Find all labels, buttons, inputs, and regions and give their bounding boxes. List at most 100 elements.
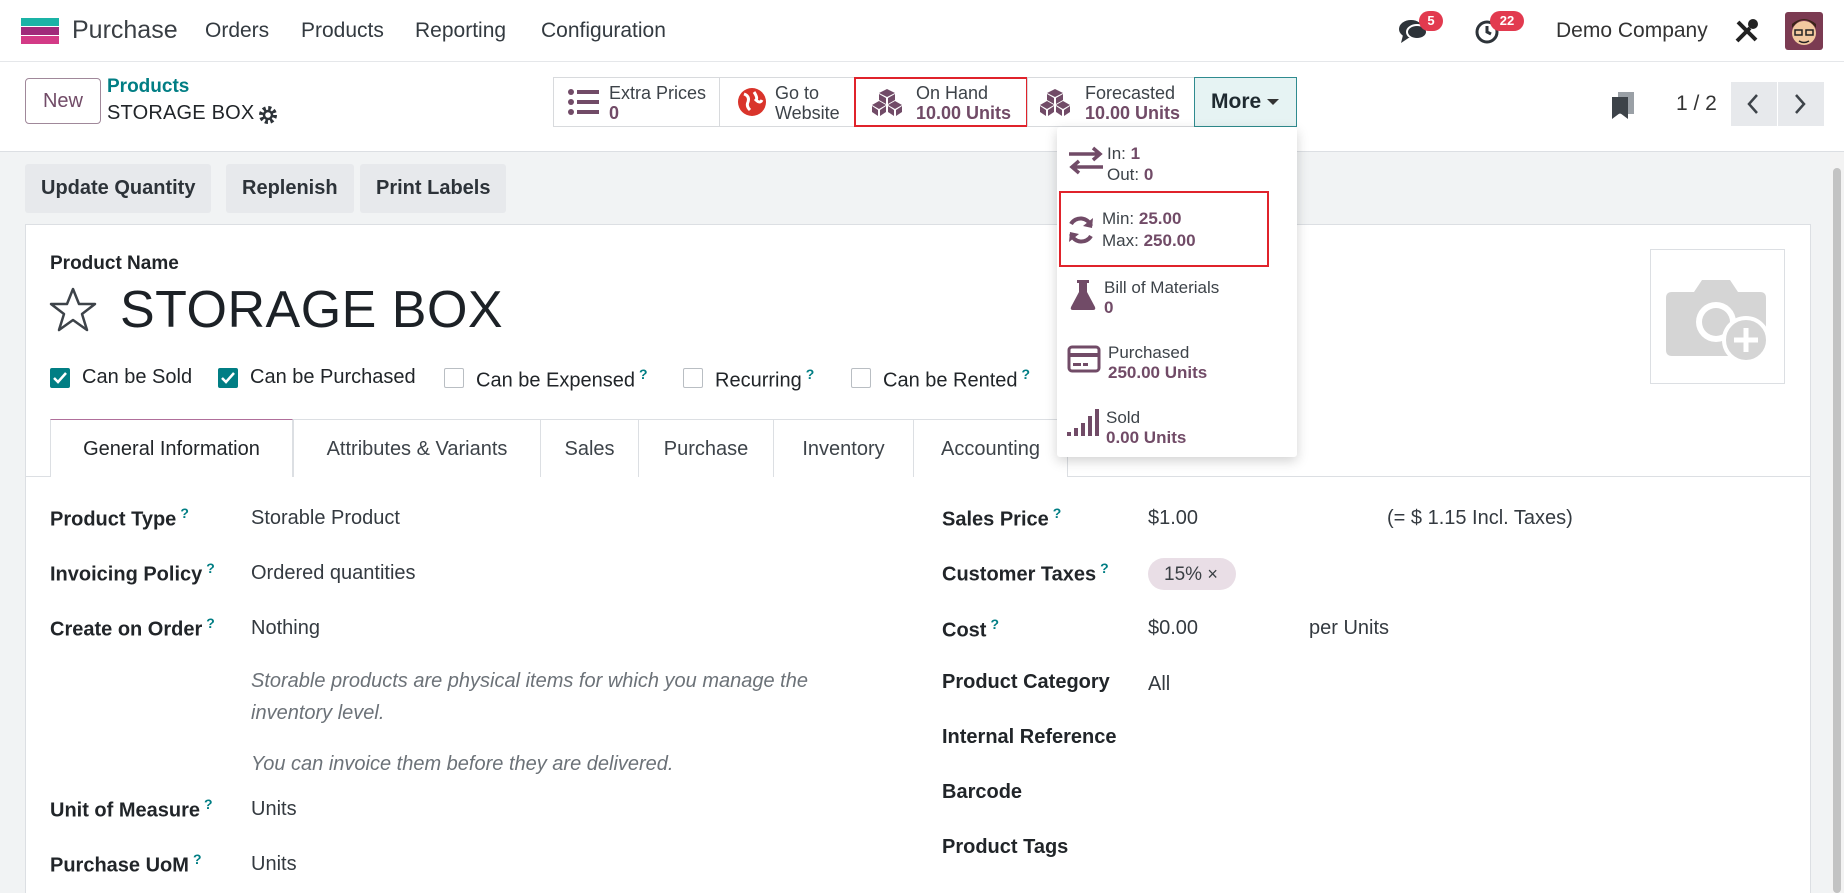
cost-field[interactable]: $0.00	[1148, 617, 1198, 640]
can-be-sold-checkbox[interactable]: Can be Sold	[50, 366, 200, 390]
more-dropdown-menu: In: 1 Out: 0 Min: 25.00 Max: 250.00 Bill…	[1057, 127, 1297, 457]
user-avatar[interactable]	[1785, 12, 1823, 50]
can-be-expensed-checkbox[interactable]: Can be Expensed?	[444, 366, 654, 392]
help-icon[interactable]: ?	[1022, 366, 1031, 382]
help-icon[interactable]: ?	[204, 796, 213, 812]
purchase-uom-field[interactable]: Units	[251, 853, 297, 876]
checkbox-checked-icon[interactable]	[218, 368, 238, 388]
help-icon[interactable]: ?	[639, 366, 648, 382]
cost-label: Cost?	[942, 616, 1000, 642]
print-labels-button[interactable]: Print Labels	[360, 164, 507, 213]
can-be-sold-label: Can be Sold	[82, 366, 193, 388]
sold-menu-item[interactable]: Sold 0.00 Units	[1057, 395, 1297, 459]
bom-label: Bill of Materials	[1104, 278, 1220, 297]
tab-purchase[interactable]: Purchase	[638, 419, 774, 477]
credit-card-icon	[1067, 345, 1101, 373]
sales-price-field[interactable]: $1.00	[1148, 507, 1198, 530]
sold-value: 0.00 Units	[1106, 428, 1187, 447]
checkbox-unchecked-icon[interactable]	[683, 368, 703, 388]
new-button[interactable]: New	[25, 78, 101, 124]
recurring-label: Recurring?	[715, 366, 815, 392]
top-navbar: Purchase Orders Products Reporting Confi…	[0, 0, 1844, 62]
close-icon[interactable]: ×	[1207, 564, 1218, 584]
help-icon[interactable]: ?	[1053, 505, 1062, 521]
purchased-menu-item[interactable]: Purchased 250.00 Units	[1057, 331, 1297, 395]
product-name-field[interactable]: STORAGE BOX	[120, 280, 503, 340]
more-button[interactable]: More	[1194, 77, 1297, 127]
help-icon[interactable]: ?	[206, 560, 215, 576]
create-on-order-field[interactable]: Nothing	[251, 617, 320, 640]
checkbox-checked-icon[interactable]	[50, 368, 70, 388]
tab-general-information[interactable]: General Information	[50, 419, 293, 477]
go-to-website-button[interactable]: Go to Website	[719, 77, 855, 127]
product-category-field[interactable]: All	[1148, 673, 1170, 696]
product-type-hint: Storable products are physical items for…	[251, 670, 808, 724]
internal-reference-label: Internal Reference	[942, 726, 1117, 748]
caret-down-icon	[1267, 99, 1280, 106]
can-be-expensed-label: Can be Expensed?	[476, 366, 648, 392]
pager-value[interactable]: 1 / 2	[1676, 92, 1717, 116]
cubes-icon	[1040, 89, 1070, 116]
can-be-rented-label: Can be Rented?	[883, 366, 1031, 392]
can-be-purchased-label: Can be Purchased	[250, 366, 416, 388]
extra-prices-button[interactable]: Extra Prices 0	[553, 77, 720, 127]
customer-taxes-label: Customer Taxes?	[942, 560, 1109, 586]
purchased-value: 250.00 Units	[1108, 363, 1208, 382]
pager-previous-button[interactable]	[1731, 82, 1777, 126]
tab-accounting[interactable]: Accounting	[913, 419, 1068, 477]
help-icon[interactable]: ?	[193, 851, 202, 867]
nav-reporting[interactable]: Reporting	[415, 19, 506, 43]
breadcrumb-products[interactable]: Products	[107, 76, 189, 98]
tab-attributes-variants[interactable]: Attributes & Variants	[293, 419, 541, 477]
forecasted-value: 10.00 Units	[1085, 103, 1181, 123]
exchange-icon	[1069, 146, 1103, 175]
can-be-rented-checkbox[interactable]: Can be Rented?	[851, 366, 1041, 392]
invoicing-policy-label: Invoicing Policy?	[50, 560, 215, 586]
chevron-left-icon	[1747, 94, 1758, 114]
product-image-field[interactable]	[1650, 249, 1785, 384]
invoicing-policy-field[interactable]: Ordered quantities	[251, 562, 416, 585]
scrollbar-thumb[interactable]	[1833, 168, 1841, 893]
checkbox-unchecked-icon[interactable]	[444, 368, 464, 388]
create-on-order-label: Create on Order?	[50, 615, 215, 641]
signal-bars-icon	[1067, 409, 1099, 436]
help-icon[interactable]: ?	[990, 616, 999, 632]
purchased-label: Purchased	[1108, 343, 1190, 362]
tax-tag[interactable]: 15% ×	[1148, 558, 1236, 590]
in-out-menu-item[interactable]: In: 1 Out: 0	[1057, 131, 1297, 195]
gear-icon[interactable]	[257, 104, 279, 126]
help-icon[interactable]: ?	[1100, 560, 1109, 576]
product-type-field[interactable]: Storable Product	[251, 507, 400, 530]
forecasted-button[interactable]: Forecasted 10.00 Units	[1027, 77, 1196, 127]
tab-inventory[interactable]: Inventory	[773, 419, 914, 477]
checkbox-unchecked-icon[interactable]	[851, 368, 871, 388]
nav-configuration[interactable]: Configuration	[541, 19, 666, 43]
nav-orders[interactable]: Orders	[205, 19, 269, 43]
star-icon[interactable]	[49, 286, 97, 332]
bill-of-materials-menu-item[interactable]: Bill of Materials 0	[1057, 267, 1297, 331]
product-name-label: Product Name	[50, 253, 179, 274]
tab-sales[interactable]: Sales	[540, 419, 639, 477]
sold-label: Sold	[1106, 408, 1141, 427]
help-icon[interactable]: ?	[206, 615, 215, 631]
min-max-highlight	[1059, 191, 1269, 267]
pager-next-button[interactable]	[1778, 82, 1824, 126]
company-switcher[interactable]: Demo Company	[1556, 19, 1708, 43]
bookmark-stack-icon[interactable]	[1610, 90, 1636, 120]
update-quantity-button[interactable]: Update Quantity	[25, 164, 212, 213]
incl-taxes-value: (= $ 1.15 Incl. Taxes)	[1387, 507, 1573, 529]
help-icon[interactable]: ?	[180, 505, 189, 521]
nav-products[interactable]: Products	[301, 19, 384, 43]
unit-of-measure-field[interactable]: Units	[251, 798, 297, 821]
out-value: Out: 0	[1107, 165, 1154, 184]
app-logo-icon[interactable]	[21, 18, 59, 44]
replenish-button[interactable]: Replenish	[226, 164, 354, 213]
on-hand-button[interactable]: On Hand 10.00 Units	[854, 77, 1028, 127]
help-icon[interactable]: ?	[806, 366, 815, 382]
recurring-checkbox[interactable]: Recurring?	[683, 366, 833, 392]
on-hand-value: 10.00 Units	[916, 103, 1012, 123]
tools-icon[interactable]	[1734, 18, 1760, 44]
app-name[interactable]: Purchase	[72, 16, 178, 45]
can-be-purchased-checkbox[interactable]: Can be Purchased	[218, 366, 428, 390]
control-panel: New Products STORAGE BOX Extra Prices 0 …	[0, 62, 1844, 152]
